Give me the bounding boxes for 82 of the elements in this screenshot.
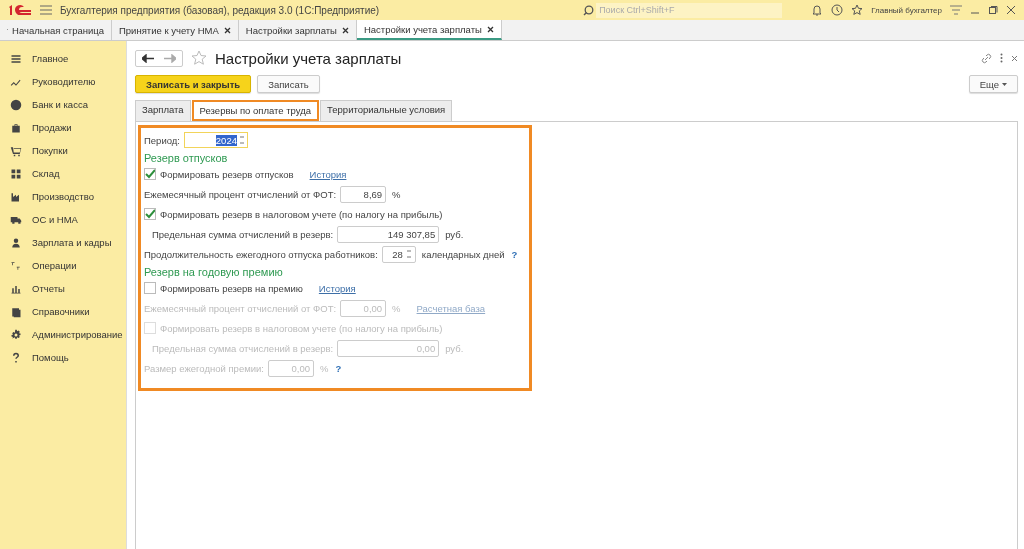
unit-label: % [392,188,401,200]
checkbox[interactable] [144,282,156,294]
unit-label: календарных дней [421,248,505,260]
person-icon [10,236,22,249]
field-label: Ежемесячный процент отчислений от ФОТ: [144,188,337,200]
form-tab[interactable]: Территориальные условия [320,100,453,121]
form-tab[interactable]: Зарплата [135,100,191,121]
more-button[interactable]: Еще [968,75,1018,93]
menu-icon [10,52,22,65]
sidebar-item[interactable]: Операции [0,254,126,277]
toolbar-button[interactable]: Записать и закрыть [135,75,252,93]
document-tab[interactable]: Настройки учета зарплаты [356,20,502,40]
number-field[interactable]: 8,69 [340,185,387,203]
section-title: Резерв отпусков [144,152,229,164]
bell-icon[interactable] [811,4,824,16]
field-label: Предельная сумма отчислений в резерв: [152,228,334,240]
grid-icon [10,167,22,180]
number-field[interactable]: 28 [381,245,416,263]
history-icon[interactable] [831,4,844,16]
sidebar-item[interactable]: ОС и НМА [0,208,126,231]
star-icon[interactable] [851,4,864,16]
field-label: Ежемесячный процент отчислений от ФОТ: [144,302,337,314]
checkbox-label: Формировать резерв отпусков [160,168,294,180]
period-field[interactable]: 2024 [183,132,248,148]
checkbox-label: Формировать резерв на премию [160,282,303,294]
section-title: Резерв на годовую премию [144,266,284,278]
navigation-buttons[interactable] [135,49,183,67]
close-icon[interactable] [1006,5,1016,15]
help-link[interactable]: ? [511,248,518,260]
sidebar-item[interactable]: Склад [0,162,126,185]
book-icon [10,305,22,318]
unit-label: % [392,302,401,314]
home-tab[interactable]: Начальная страница [0,20,112,40]
search-icon [583,4,595,16]
form-title: Настройки учета зарплаты [215,49,402,67]
unit-label: % [319,362,329,374]
close-icon[interactable] [341,26,349,34]
factory-icon [10,190,22,203]
user-name[interactable]: Главный бухгалтер [871,5,942,15]
checkbox[interactable] [144,208,156,220]
unit-label: руб. [445,342,464,354]
cart-icon [10,144,22,157]
logo-icon [8,4,32,16]
caret-icon [1002,82,1007,86]
history-link[interactable]: История [318,282,356,294]
link-icon[interactable] [981,52,992,64]
field-label: Продолжительность ежегодного отпуска работников: [144,248,378,260]
app-title: Бухгалтерия предприятия (базовая), редакция 3.0 (1С:Предприятие) [60,4,380,16]
sidebar-item[interactable]: Банк и касса [0,93,126,116]
forward-arrow-icon[interactable] [164,53,176,63]
checkbox-label: Формировать резерв в налоговом учете (по налогу на прибыль) [160,208,443,220]
more-icon[interactable] [1000,53,1003,63]
restore-icon[interactable] [988,5,998,15]
sidebar-item[interactable]: Покупки [0,139,126,162]
sidebar-item[interactable]: Отчеты [0,277,126,300]
help-icon [10,351,22,364]
sidebar-item[interactable]: Помощь [0,346,126,369]
sidebar-item[interactable]: Руководителю [0,70,126,93]
number-field[interactable]: 149 307,85 [337,225,440,243]
search-field[interactable]: Поиск Ctrl+Shift+F [596,2,783,18]
unit-label: руб. [445,228,464,240]
star-icon[interactable] [191,50,207,66]
checkbox[interactable] [144,168,156,180]
sidebar-item[interactable]: Продажи [0,116,126,139]
back-arrow-icon[interactable] [142,53,154,63]
sidebar-item[interactable]: Главное [0,47,126,70]
form-tab[interactable]: Резервы по оплате труда [191,100,319,121]
period-label: Период: [144,134,180,146]
document-tab[interactable]: Настройки зарплаты [238,20,357,40]
sidebar-item[interactable]: Администрирование [0,323,126,346]
close-icon[interactable] [223,26,231,34]
document-tab[interactable]: Принятие к учету НМА [112,20,239,40]
field-label: Предельная сумма отчислений в резерв: [152,342,334,354]
gear-icon [10,328,22,341]
field-label: Размер ежегодной премии: [144,362,264,374]
close-icon[interactable] [486,25,494,33]
sidebar-item[interactable]: Зарплата и кадры [0,231,126,254]
sidebar-item[interactable]: Производство [0,185,126,208]
history-link[interactable]: История [309,168,347,180]
sidebar-item[interactable]: Справочники [0,300,126,323]
toolbar-button[interactable]: Записать [257,75,320,93]
bag-icon [10,121,22,134]
